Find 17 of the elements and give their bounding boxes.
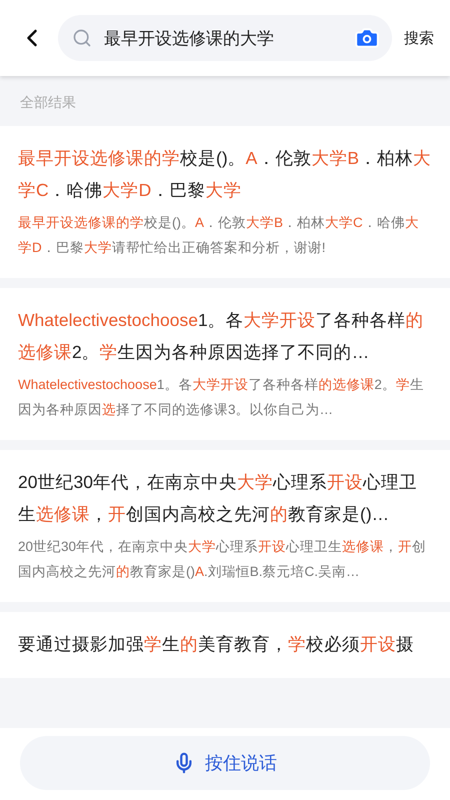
search-input[interactable]: 最早开设选修课的大学 (102, 27, 344, 49)
result-title: Whatelectivestochoose1。各大学开设了各种各样的选修课2。学生因为各种原因选择了不同的… (18, 309, 425, 364)
result-card[interactable]: Whatelectivestochoose1。各大学开设了各种各样的选修课2。学生因为各种原因选择了不同的… Whatelectivestochoose1。各大学开设了各种各样的选修课2。学生因为各种原因选择了不同的选修课3。以你自己为… (0, 288, 450, 440)
result-title: 要通过摄影加强学生的美育教育，学校必须开设摄 (18, 633, 415, 656)
search-box[interactable]: 最早开设选修课的大学 (58, 15, 392, 61)
result-snippet: 最早开设选修课的学校是()。A．伦敦大学B．柏林大学C．哈佛大学D．巴黎大学请帮忙给出正确答案和分析，谢谢! (18, 214, 420, 257)
voice-button[interactable]: 按住说话 (20, 736, 430, 790)
result-title: 最早开设选修课的学校是()。A．伦敦大学B．柏林大学C．哈佛大学D．巴黎大学 (18, 147, 432, 202)
result-card[interactable]: 要通过摄影加强学生的美育教育，学校必须开设摄 (0, 612, 450, 678)
result-card[interactable]: 20世纪30年代，在南京中央大学心理系开设心理卫生选修课，开创国内高校之先河的教育家是()… 20世纪30年代，在南京中央大学心理系开设心理卫生选修课，开创国内高校之先河的教育家是()A.刘瑞恒B.蔡元培C.吴南… (0, 450, 450, 602)
search-icon (72, 28, 92, 48)
result-snippet: 20世纪30年代，在南京中央大学心理系开设心理卫生选修课，开创国内高校之先河的教育家是()A.刘瑞恒B.蔡元培C.吴南… (18, 538, 428, 581)
result-card[interactable]: 最早开设选修课的学校是()。A．伦敦大学B．柏林大学C．哈佛大学D．巴黎大学 最早开设选修课的学校是()。A．伦敦大学B．柏林大学C．哈佛大学D．巴黎大学请帮忙给出正确答案和分析，谢谢! (0, 126, 450, 278)
result-title: 20世纪30年代，在南京中央大学心理系开设心理卫生选修课，开创国内高校之先河的教育家是()… (18, 471, 418, 526)
result-snippet: Whatelectivestochoose1。各大学开设了各种各样的选修课2。学生因为各种原因选择了不同的选修课3。以你自己为… (18, 376, 425, 419)
section-label: 全部结果 (19, 94, 77, 113)
search-button[interactable]: 搜索 (400, 24, 438, 52)
